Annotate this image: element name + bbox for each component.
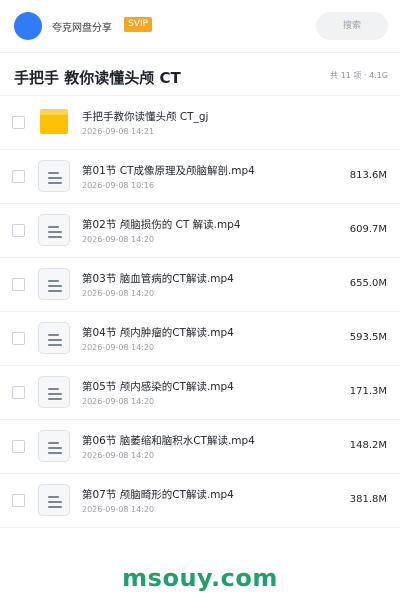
title-row: 手把手 教你读懂头颅 CT 共 11 项 · 4.1G — [0, 52, 400, 96]
search-button[interactable]: 搜索 — [316, 12, 388, 40]
document-icon — [38, 160, 70, 192]
list-item[interactable]: 第01节 CT成像原理及颅脑解剖.mp4 2026-09-08 10:16 81… — [0, 150, 400, 204]
item-size: 148.2M — [349, 440, 387, 451]
select-checkbox[interactable] — [12, 332, 25, 345]
document-icon — [38, 268, 70, 300]
item-size: 381.8M — [349, 494, 387, 505]
item-date: 2026-09-08 14:20 — [82, 505, 155, 514]
item-name: 第03节 脑血管病的CT解读.mp4 — [82, 273, 234, 285]
svip-badge: SVIP — [124, 17, 152, 32]
item-name: 第05节 颅内感染的CT解读.mp4 — [82, 381, 234, 393]
item-name: 第02节 颅脑损伤的 CT 解读.mp4 — [82, 219, 241, 231]
file-list: 手把手教你读懂头颅 CT_gj 2026-09-08 14:21 第01节 CT… — [0, 96, 400, 528]
item-date: 2026-09-08 14:20 — [82, 451, 155, 460]
document-icon — [38, 322, 70, 354]
item-date: 2026-09-08 14:20 — [82, 397, 155, 406]
select-checkbox[interactable] — [12, 278, 25, 291]
watermark: msouy.com — [122, 564, 278, 592]
footer: msouy.com — [0, 552, 400, 600]
item-name: 手把手教你读懂头颅 CT_gj — [82, 111, 209, 123]
item-size: 655.0M — [349, 278, 387, 289]
list-item[interactable]: 第07节 颅脑畸形的CT解读.mp4 2026-09-08 14:20 381.… — [0, 474, 400, 528]
list-item[interactable]: 第03节 脑血管病的CT解读.mp4 2026-09-08 14:20 655.… — [0, 258, 400, 312]
top-bar: 夸克网盘分享 SVIP 搜索 — [0, 0, 400, 52]
item-date: 2026-09-08 10:16 — [82, 181, 155, 190]
select-checkbox[interactable] — [12, 494, 25, 507]
select-checkbox[interactable] — [12, 170, 25, 183]
avatar[interactable] — [14, 12, 42, 40]
list-item[interactable]: 手把手教你读懂头颅 CT_gj 2026-09-08 14:21 — [0, 96, 400, 150]
list-item[interactable]: 第06节 脑萎缩和脑积水CT解读.mp4 2026-09-08 14:20 14… — [0, 420, 400, 474]
item-name: 第06节 脑萎缩和脑积水CT解读.mp4 — [82, 435, 255, 447]
item-date: 2026-09-08 14:20 — [82, 289, 155, 298]
document-icon — [38, 376, 70, 408]
document-icon — [38, 430, 70, 462]
list-item[interactable]: 第02节 颅脑损伤的 CT 解读.mp4 2026-09-08 14:20 60… — [0, 204, 400, 258]
item-date: 2026-09-08 14:20 — [82, 343, 155, 352]
select-checkbox[interactable] — [12, 386, 25, 399]
item-name: 第01节 CT成像原理及颅脑解剖.mp4 — [82, 165, 255, 177]
list-item[interactable]: 第04节 颅内肿瘤的CT解读.mp4 2026-09-08 14:20 593.… — [0, 312, 400, 366]
item-date: 2026-09-08 14:20 — [82, 235, 155, 244]
item-name: 第04节 颅内肿瘤的CT解读.mp4 — [82, 327, 234, 339]
username: 夸克网盘分享 — [52, 23, 112, 34]
item-count: 共 11 项 · 4.1G — [330, 71, 388, 80]
item-size: 171.3M — [349, 386, 387, 397]
folder-icon — [40, 109, 68, 134]
list-item[interactable]: 第05节 颅内感染的CT解读.mp4 2026-09-08 14:20 171.… — [0, 366, 400, 420]
item-size: 813.6M — [349, 170, 387, 181]
item-name: 第07节 颅脑畸形的CT解读.mp4 — [82, 489, 234, 501]
select-checkbox[interactable] — [12, 116, 25, 129]
item-date: 2026-09-08 14:21 — [82, 127, 155, 136]
page-title: 手把手 教你读懂头颅 CT — [14, 69, 181, 87]
item-size: 593.5M — [349, 332, 387, 343]
item-size: 609.7M — [349, 224, 387, 235]
select-checkbox[interactable] — [12, 440, 25, 453]
document-icon — [38, 214, 70, 246]
document-icon — [38, 484, 70, 516]
select-checkbox[interactable] — [12, 224, 25, 237]
